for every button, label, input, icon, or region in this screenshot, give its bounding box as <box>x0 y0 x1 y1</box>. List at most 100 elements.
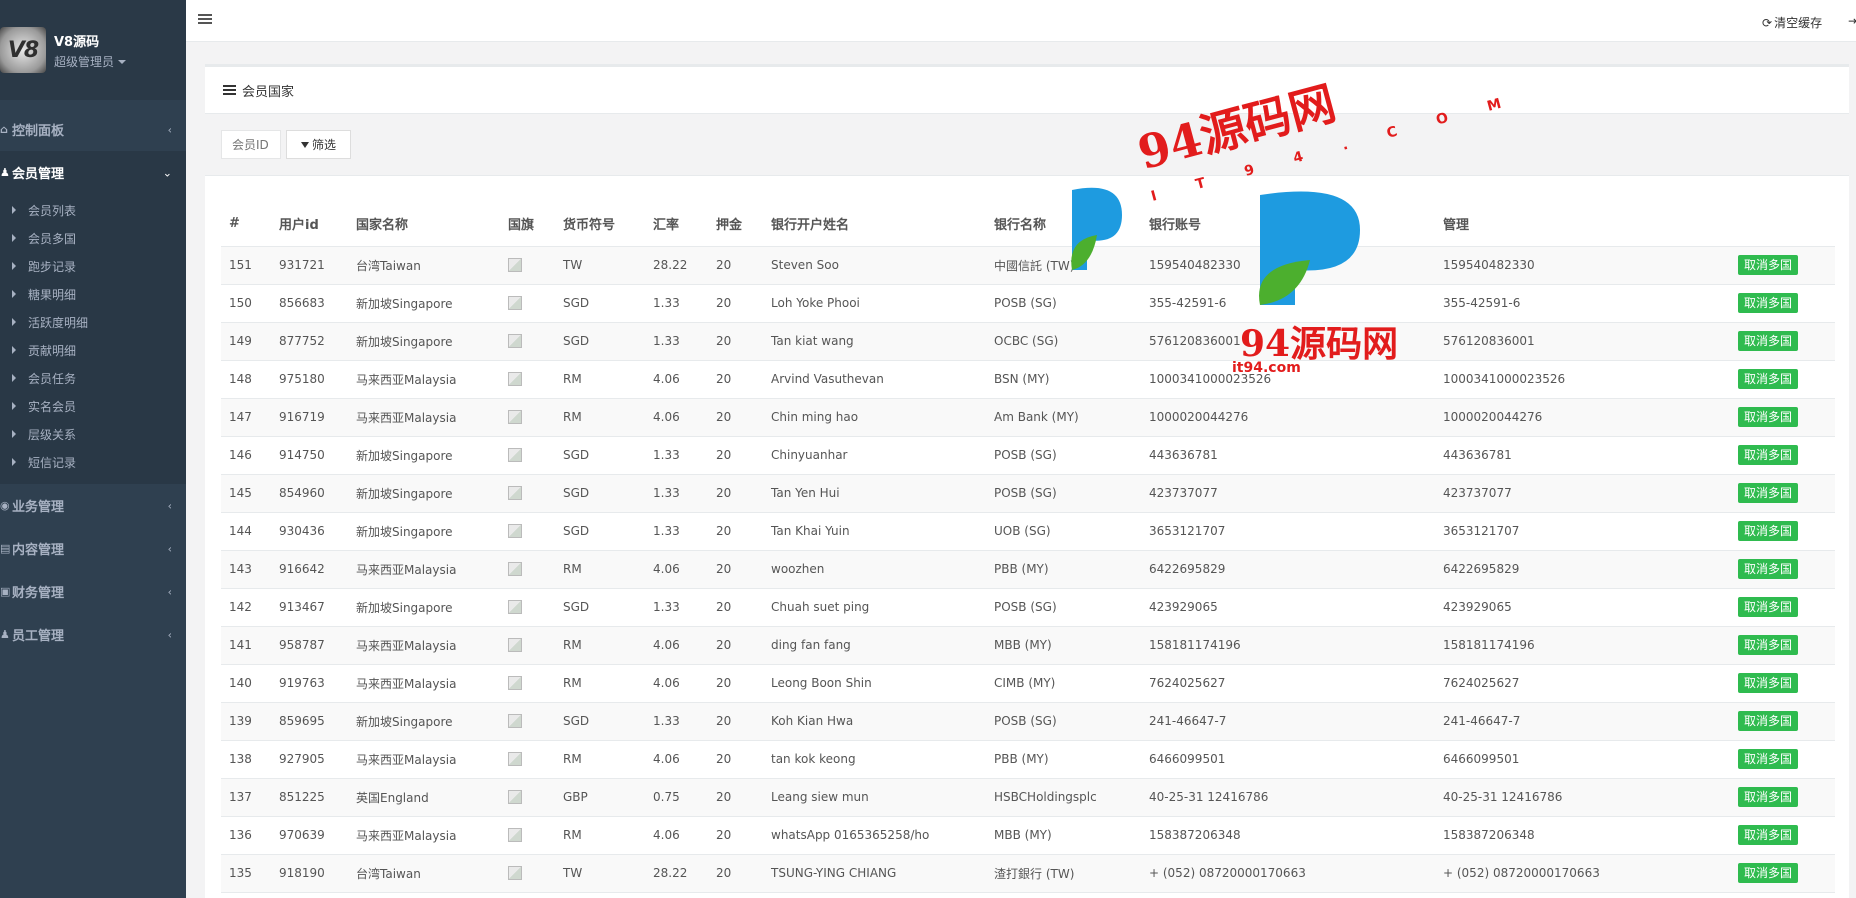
cell-user-id: 854960 <box>271 473 348 512</box>
column-header: 押金 <box>708 202 763 247</box>
cell-row-index: 136 <box>221 815 271 854</box>
cell-exchange-rate: 1.33 <box>645 701 708 740</box>
flag-image-icon <box>508 600 522 615</box>
cancel-multi-country-button[interactable]: 取消多国 <box>1738 787 1799 807</box>
submenu-item-contribution-details[interactable]: 贡献明细 <box>0 336 186 364</box>
cancel-multi-country-button[interactable]: 取消多国 <box>1738 255 1799 275</box>
cell-deposit: 20 <box>708 815 763 854</box>
cell-bank-name: OCBC (SG) <box>986 321 1141 360</box>
flag-image-icon <box>508 676 522 691</box>
submenu-label: 跑步记录 <box>28 259 77 274</box>
cell-manage-account: 1000020044276 <box>1435 397 1730 436</box>
cancel-multi-country-button[interactable]: 取消多国 <box>1738 331 1799 351</box>
flag-image-icon <box>508 258 522 273</box>
sidebar-item-dashboard[interactable]: ⌂ 控制面板 ‹ <box>0 108 186 151</box>
cell-bank-account-number: + (052) 08720000170663 <box>1141 853 1435 892</box>
sidebar-item-finance[interactable]: ▣ 财务管理 ‹ <box>0 570 186 613</box>
cell-bank-name: CIMB (MY) <box>986 663 1141 702</box>
submenu-item-member-countries[interactable]: 会员多国 <box>0 224 186 252</box>
user-role-dropdown[interactable]: 超级管理员 <box>54 53 127 70</box>
cell-bank-account-number: 443636781 <box>1141 435 1435 474</box>
submenu-item-verified-members[interactable]: 实名会员 <box>0 392 186 420</box>
cancel-multi-country-button[interactable]: 取消多国 <box>1738 559 1799 579</box>
cancel-multi-country-button[interactable]: 取消多国 <box>1738 635 1799 655</box>
cell-manage-account: + (052) 08720000170663 <box>1435 853 1730 892</box>
cell-manage-account: 158181174196 <box>1435 625 1730 664</box>
caret-right-icon <box>12 234 16 242</box>
cell-exchange-rate: 1.33 <box>645 587 708 626</box>
cell-account-holder-name: ding fan fang <box>763 625 986 664</box>
cancel-multi-country-button[interactable]: 取消多国 <box>1738 825 1799 845</box>
submenu-item-hierarchy[interactable]: 层级关系 <box>0 420 186 448</box>
submenu-item-sms-records[interactable]: 短信记录 <box>0 448 186 476</box>
sidebar-item-members[interactable]: ♟ 会员管理 ⌄ <box>0 151 186 194</box>
flag-image-icon <box>508 410 522 425</box>
menu-toggle-icon[interactable] <box>198 14 212 26</box>
cell-row-index: 146 <box>221 435 271 474</box>
chevron-left-icon: ‹ <box>167 499 172 512</box>
cell-user-id: 919763 <box>271 663 348 702</box>
profile-text[interactable]: V8源码 超级管理员 <box>54 31 127 70</box>
cell-action: 取消多国 <box>1730 321 1835 360</box>
caret-right-icon <box>12 262 16 270</box>
cell-manage-account: 1000341000023526 <box>1435 359 1730 398</box>
cancel-multi-country-button[interactable]: 取消多国 <box>1738 673 1799 693</box>
sidebar-item-content[interactable]: ▤ 内容管理 ‹ <box>0 527 186 570</box>
cell-country-name: 新加坡Singapore <box>348 891 500 898</box>
submenu-item-member-tasks[interactable]: 会员任务 <box>0 364 186 392</box>
cell-user-id: 851225 <box>271 777 348 816</box>
sidebar: V8 V8源码 超级管理员 ⌂ 控制面板 ‹ ♟ 会员管理 ⌄ 会员列表 会员多… <box>0 0 186 898</box>
column-header: 银行名称 <box>986 202 1141 247</box>
submenu-item-activity-details[interactable]: 活跃度明细 <box>0 308 186 336</box>
cell-account-holder-name: Chinyuanhar <box>763 435 986 474</box>
cancel-multi-country-button[interactable]: 取消多国 <box>1738 863 1799 883</box>
cancel-multi-country-button[interactable]: 取消多国 <box>1738 483 1799 503</box>
cancel-multi-country-button[interactable]: 取消多国 <box>1738 711 1799 731</box>
members-submenu: 会员列表 会员多国 跑步记录 糖果明细 活跃度明细 贡献明细 会员任务 实名会员… <box>0 194 186 484</box>
cell-country-name: 马来西亚Malaysia <box>348 625 500 664</box>
sidebar-item-business[interactable]: ◉ 业务管理 ‹ <box>0 484 186 527</box>
cell-row-index: 139 <box>221 701 271 740</box>
member-id-input[interactable] <box>221 130 281 159</box>
cell-account-holder-name: whatsApp 0165365258/ho <box>763 815 986 854</box>
cancel-multi-country-button[interactable]: 取消多国 <box>1738 521 1799 541</box>
cancel-multi-country-button[interactable]: 取消多国 <box>1738 445 1799 465</box>
cell-flag <box>500 739 555 778</box>
cell-action: 取消多国 <box>1730 701 1835 740</box>
user-role-label: 超级管理员 <box>54 54 115 69</box>
cell-country-name: 新加坡Singapore <box>348 587 500 626</box>
cell-country-name: 新加坡Singapore <box>348 321 500 360</box>
cell-country-name: 台湾Taiwan <box>348 245 500 284</box>
submenu-item-candy-details[interactable]: 糖果明细 <box>0 280 186 308</box>
sidebar-item-label: 财务管理 <box>12 586 65 601</box>
cell-user-id: 970639 <box>271 815 348 854</box>
cell-account-holder-name: Koh Kian Hwa <box>763 701 986 740</box>
cell-flag <box>500 473 555 512</box>
logout-icon[interactable]: ⇥ <box>1848 14 1856 28</box>
cell-bank-name: MBB (MY) <box>986 815 1141 854</box>
table-row: 150 856683 新加坡Singapore SGD 1.33 20 Loh Yoke P… <box>221 283 1835 322</box>
clear-cache-button[interactable]: ⟳ 清空缓存 <box>1762 14 1822 31</box>
submenu-label: 糖果明细 <box>28 287 77 302</box>
cell-action: 取消多国 <box>1730 549 1835 588</box>
sidebar-item-staff[interactable]: ♟ 员工管理 ‹ <box>0 613 186 656</box>
filter-button[interactable]: 筛选 <box>286 130 351 159</box>
submenu-item-member-list[interactable]: 会员列表 <box>0 196 186 224</box>
submenu-item-run-records[interactable]: 跑步记录 <box>0 252 186 280</box>
cell-action: 取消多国 <box>1730 815 1835 854</box>
cancel-multi-country-button[interactable]: 取消多国 <box>1738 407 1799 427</box>
cell-currency-code: GBP <box>555 777 645 816</box>
cancel-multi-country-button[interactable]: 取消多国 <box>1738 293 1799 313</box>
cell-manage-account: 3653121707 <box>1435 511 1730 550</box>
flag-image-icon <box>508 296 522 311</box>
flag-image-icon <box>508 638 522 653</box>
cell-action: 取消多国 <box>1730 891 1835 898</box>
cancel-multi-country-button[interactable]: 取消多国 <box>1738 597 1799 617</box>
submenu-label: 会员多国 <box>28 231 77 246</box>
cell-action: 取消多国 <box>1730 473 1835 512</box>
cancel-multi-country-button[interactable]: 取消多国 <box>1738 749 1799 769</box>
column-header: # <box>221 202 271 247</box>
column-header <box>1730 202 1835 247</box>
cancel-multi-country-button[interactable]: 取消多国 <box>1738 369 1799 389</box>
cell-action: 取消多国 <box>1730 853 1835 892</box>
